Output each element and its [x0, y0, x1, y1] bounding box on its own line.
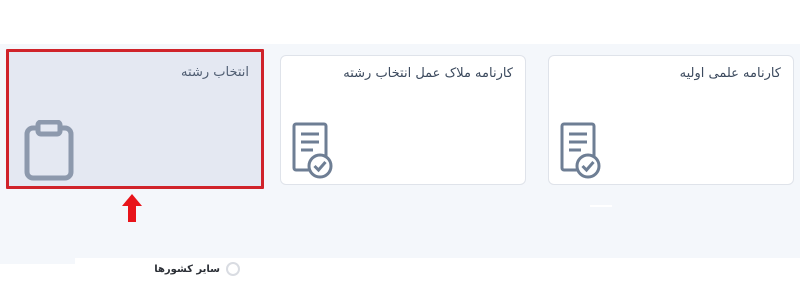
radio-button[interactable] — [226, 262, 240, 276]
card-selection-basis-report[interactable]: کارنامه ملاک عمل انتخاب رشته — [280, 55, 526, 185]
radio-label: سایر کشورها — [154, 263, 220, 275]
report-check-icon — [560, 122, 601, 179]
radio-option[interactable]: سایر کشورها — [154, 262, 240, 276]
divider — [590, 205, 612, 207]
card-initial-report[interactable]: کارنامه علمی اولیه — [548, 55, 794, 185]
card-title: کارنامه ملاک عمل انتخاب رشته — [343, 66, 513, 81]
card-title: کارنامه علمی اولیه — [679, 66, 781, 81]
card-field-selection[interactable]: انتخاب رشته — [6, 49, 264, 189]
arrow-up-icon — [122, 194, 142, 222]
card-title: انتخاب رشته — [181, 65, 249, 80]
clipboard-icon — [24, 120, 74, 181]
report-check-icon — [292, 122, 333, 179]
